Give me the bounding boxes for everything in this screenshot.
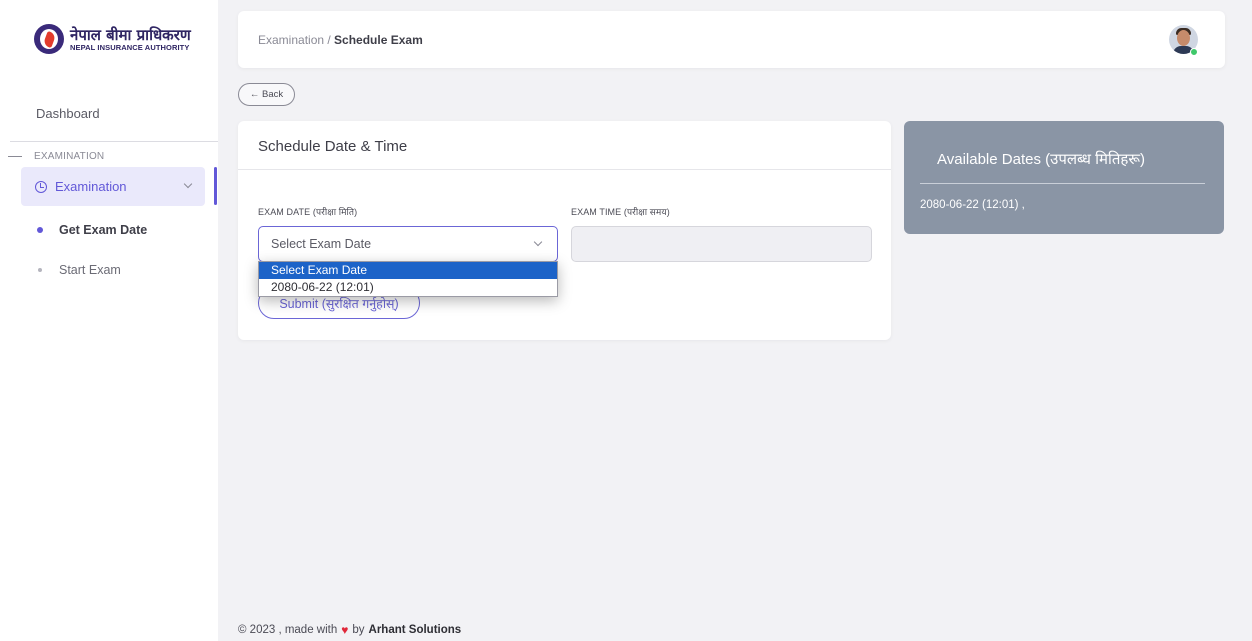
chevron-down-icon bbox=[533, 237, 543, 247]
card-divider bbox=[238, 169, 891, 170]
footer: © 2023 , made with ♥ by Arhant Solutions bbox=[238, 623, 461, 637]
exam-time-label: EXAM TIME (परीक्षा समय) bbox=[571, 207, 670, 217]
exam-date-selected-value: Select Exam Date bbox=[271, 237, 372, 251]
brand-name-np: नेपाल बीमा प्राधिकरण bbox=[70, 25, 191, 44]
sidebar-item-examination[interactable]: Examination bbox=[21, 167, 205, 206]
brand-text: नेपाल बीमा प्राधिकरण NEPAL INSURANCE AUT… bbox=[70, 27, 191, 52]
sidebar-section-label: EXAMINATION bbox=[34, 151, 105, 162]
available-dates-card: Available Dates (उपलब्ध मितिहरू) 2080-06… bbox=[904, 121, 1224, 234]
sidebar-divider bbox=[10, 141, 218, 142]
brand-name-en: NEPAL INSURANCE AUTHORITY bbox=[70, 42, 190, 52]
dropdown-option[interactable]: 2080-06-22 (12:01) bbox=[259, 279, 557, 296]
heart-icon: ♥ bbox=[341, 623, 349, 637]
available-date-item: 2080-06-22 (12:01) , bbox=[920, 199, 1025, 211]
footer-prefix: © 2023 , made with bbox=[238, 624, 338, 636]
chevron-down-icon bbox=[183, 179, 193, 189]
footer-company-link[interactable]: Arhant Solutions bbox=[369, 624, 462, 636]
online-status-icon bbox=[1190, 48, 1198, 56]
sidebar-active-indicator bbox=[214, 167, 217, 205]
sidebar: नेपाल बीमा प्राधिकरण NEPAL INSURANCE AUT… bbox=[0, 0, 218, 641]
breadcrumb-current: Schedule Exam bbox=[334, 33, 423, 47]
brand-logo[interactable]: नेपाल बीमा प्राधिकरण NEPAL INSURANCE AUT… bbox=[34, 24, 191, 54]
exam-time-field[interactable] bbox=[571, 226, 872, 262]
available-dates-divider bbox=[920, 183, 1205, 184]
schedule-card: Schedule Date & Time EXAM DATE (परीक्षा … bbox=[238, 121, 891, 340]
sidebar-item-get-exam-date[interactable]: Get Exam Date bbox=[37, 223, 147, 237]
dropdown-option[interactable]: Select Exam Date bbox=[259, 262, 557, 279]
available-dates-title: Available Dates (उपलब्ध मितिहरू) bbox=[937, 151, 1146, 168]
sidebar-item-dashboard[interactable]: Dashboard bbox=[36, 106, 100, 121]
clock-icon bbox=[35, 180, 47, 193]
back-button[interactable]: ← Back bbox=[238, 83, 295, 106]
bullet-icon bbox=[37, 227, 43, 233]
sidebar-section-header: EXAMINATION bbox=[8, 151, 104, 162]
bullet-icon bbox=[38, 268, 42, 272]
card-title: Schedule Date & Time bbox=[258, 138, 408, 155]
breadcrumb: Examination / Schedule Exam bbox=[258, 33, 423, 47]
sidebar-sub-label: Get Exam Date bbox=[59, 223, 148, 237]
sidebar-item-start-exam[interactable]: Start Exam bbox=[37, 263, 121, 277]
exam-date-label: EXAM DATE (परीक्षा मिति) bbox=[258, 207, 358, 217]
exam-date-dropdown-list: Select Exam Date 2080-06-22 (12:01) bbox=[258, 261, 558, 297]
exam-date-select[interactable]: Select Exam Date bbox=[258, 226, 558, 262]
top-header: Examination / Schedule Exam bbox=[238, 11, 1225, 68]
breadcrumb-parent[interactable]: Examination / bbox=[258, 33, 334, 47]
footer-by: by bbox=[352, 624, 365, 636]
sidebar-sub-label: Start Exam bbox=[59, 263, 121, 277]
sidebar-item-label: Examination bbox=[55, 179, 127, 194]
logo-emblem-icon bbox=[34, 24, 64, 54]
section-dash bbox=[8, 156, 22, 157]
avatar-face bbox=[1177, 30, 1190, 46]
